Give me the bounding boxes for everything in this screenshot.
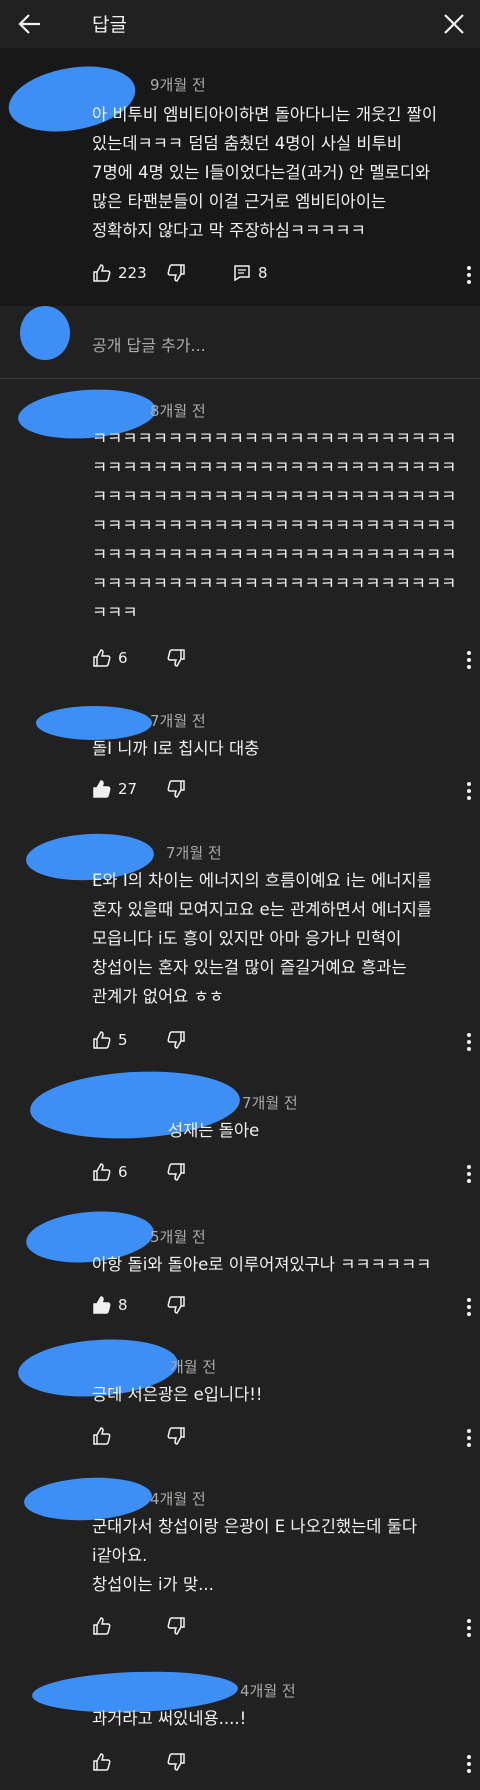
more-vert-icon[interactable] — [466, 1032, 472, 1052]
comment-time: 4개월 전 — [150, 1490, 206, 1508]
comment-text: E와 I의 차이는 에너지의 흐름이예요 i는 에너지를 혼자 있을때 모여지고… — [92, 871, 432, 1006]
avatar — [20, 306, 70, 360]
reply-count: 8 — [258, 264, 268, 282]
thumb-down-icon — [167, 1753, 185, 1771]
thumb-down-icon — [167, 264, 185, 282]
like-count: 223 — [118, 264, 147, 282]
thumb-down-icon — [167, 780, 185, 798]
like-button[interactable]: 8 — [92, 1295, 128, 1315]
comment-actions — [92, 1616, 472, 1640]
thumb-up-icon — [93, 1617, 111, 1635]
dislike-button[interactable] — [166, 1295, 186, 1315]
comment-text: 아 비투비 엠비티아이하면 돌아다니는 개웃긴 짤이 있는데ㅋㅋㅋ 덤덤 춤췄던… — [92, 105, 438, 240]
thumb-up-icon — [93, 264, 111, 282]
thumb-up-icon — [93, 1031, 111, 1049]
comment-text: 군대가서 창섭이랑 은광이 E 나오긴했는데 둘다 i같아요. 창섭이는 i가 … — [92, 1517, 418, 1594]
more-vert-icon[interactable] — [466, 265, 472, 285]
thumb-up-icon — [93, 780, 111, 798]
like-button[interactable] — [92, 1752, 118, 1772]
comment-text: 성재는 돌아e — [168, 1121, 260, 1140]
comment-time: 4개월 전 — [240, 1682, 296, 1700]
comment-actions — [92, 1752, 472, 1776]
thumb-up-icon — [93, 649, 111, 667]
reply-input-row: 공개 답글 추가... — [0, 306, 480, 378]
back-arrow-icon[interactable] — [16, 10, 44, 38]
dislike-button[interactable] — [166, 779, 186, 799]
reply-icon — [234, 265, 250, 282]
comment-time: 7개월 전 — [150, 712, 206, 730]
like-button[interactable]: 6 — [92, 1162, 128, 1182]
thumb-up-icon — [93, 1296, 111, 1314]
comment-time: 8개월 전 — [150, 402, 206, 420]
comment-time: 7개월 전 — [242, 1094, 298, 1112]
like-button[interactable]: 27 — [92, 779, 137, 799]
dislike-button[interactable] — [166, 1030, 186, 1050]
comment-text: 돌I 니까 I로 칩시다 대충 — [92, 739, 260, 758]
more-vert-icon[interactable] — [466, 1428, 472, 1448]
like-count: 5 — [118, 1031, 128, 1049]
like-count: 8 — [118, 1296, 128, 1314]
like-count: 6 — [118, 649, 128, 667]
replies-button[interactable]: 8 — [232, 263, 268, 283]
comment-actions: 6 — [92, 648, 472, 672]
page-title: 답글 — [92, 14, 127, 36]
thumb-down-icon — [167, 1031, 185, 1049]
close-icon[interactable] — [440, 10, 468, 38]
thumb-down-icon — [167, 1296, 185, 1314]
like-button[interactable]: 6 — [92, 648, 128, 668]
comment-actions: 27 — [92, 779, 472, 803]
comment-text: 아항 돌i와 돌아e로 이루어져있구나 ㅋㅋㅋㅋㅋㅋ — [92, 1255, 432, 1274]
thumb-up-icon — [93, 1427, 111, 1445]
comment-text: 긍데 서은광은 e입니다!! — [92, 1385, 263, 1404]
comment-time: 7개월 전 — [166, 844, 222, 862]
comment-actions: 5 — [92, 1030, 472, 1054]
top-bar: 답글 — [0, 0, 480, 48]
comment-actions: 8 — [92, 1295, 472, 1319]
divider — [0, 378, 480, 379]
like-count: 27 — [118, 780, 138, 798]
reply-input[interactable]: 공개 답글 추가... — [92, 332, 206, 356]
dislike-button[interactable] — [166, 263, 186, 283]
comment-actions — [92, 1426, 472, 1450]
comment-time: 9개월 전 — [150, 76, 206, 94]
comment-actions: 6 — [92, 1162, 472, 1186]
more-vert-icon[interactable] — [466, 1754, 472, 1774]
more-vert-icon[interactable] — [466, 1618, 472, 1638]
like-count: 6 — [118, 1163, 128, 1181]
more-vert-icon[interactable] — [466, 650, 472, 670]
thumb-down-icon — [167, 1427, 185, 1445]
more-vert-icon[interactable] — [466, 781, 472, 801]
like-button[interactable]: 5 — [92, 1030, 128, 1050]
like-button[interactable] — [92, 1426, 118, 1446]
thumb-down-icon — [167, 1163, 185, 1181]
more-vert-icon[interactable] — [466, 1297, 472, 1317]
dislike-button[interactable] — [166, 1162, 186, 1182]
like-button[interactable]: 223 — [92, 263, 147, 283]
comment-time: 개월 전 — [170, 1358, 217, 1376]
thumb-down-icon — [167, 1617, 185, 1635]
more-vert-icon[interactable] — [466, 1164, 472, 1184]
dislike-button[interactable] — [166, 1616, 186, 1636]
dislike-button[interactable] — [166, 1426, 186, 1446]
thumb-up-icon — [93, 1753, 111, 1771]
comment-text: 과거라고 써있네용....! — [92, 1709, 247, 1728]
like-button[interactable] — [92, 1616, 118, 1636]
dislike-button[interactable] — [166, 648, 186, 668]
thumb-up-icon — [93, 1163, 111, 1181]
comment-time: 5개월 전 — [150, 1228, 206, 1246]
comment-text: ㅋㅋㅋㅋㅋㅋㅋㅋㅋㅋㅋㅋㅋㅋㅋㅋㅋㅋㅋㅋㅋㅋㅋㅋ ㅋㅋㅋㅋㅋㅋㅋㅋㅋㅋㅋㅋㅋㅋㅋ… — [92, 429, 457, 622]
thumb-down-icon — [167, 649, 185, 667]
dislike-button[interactable] — [166, 1752, 186, 1772]
